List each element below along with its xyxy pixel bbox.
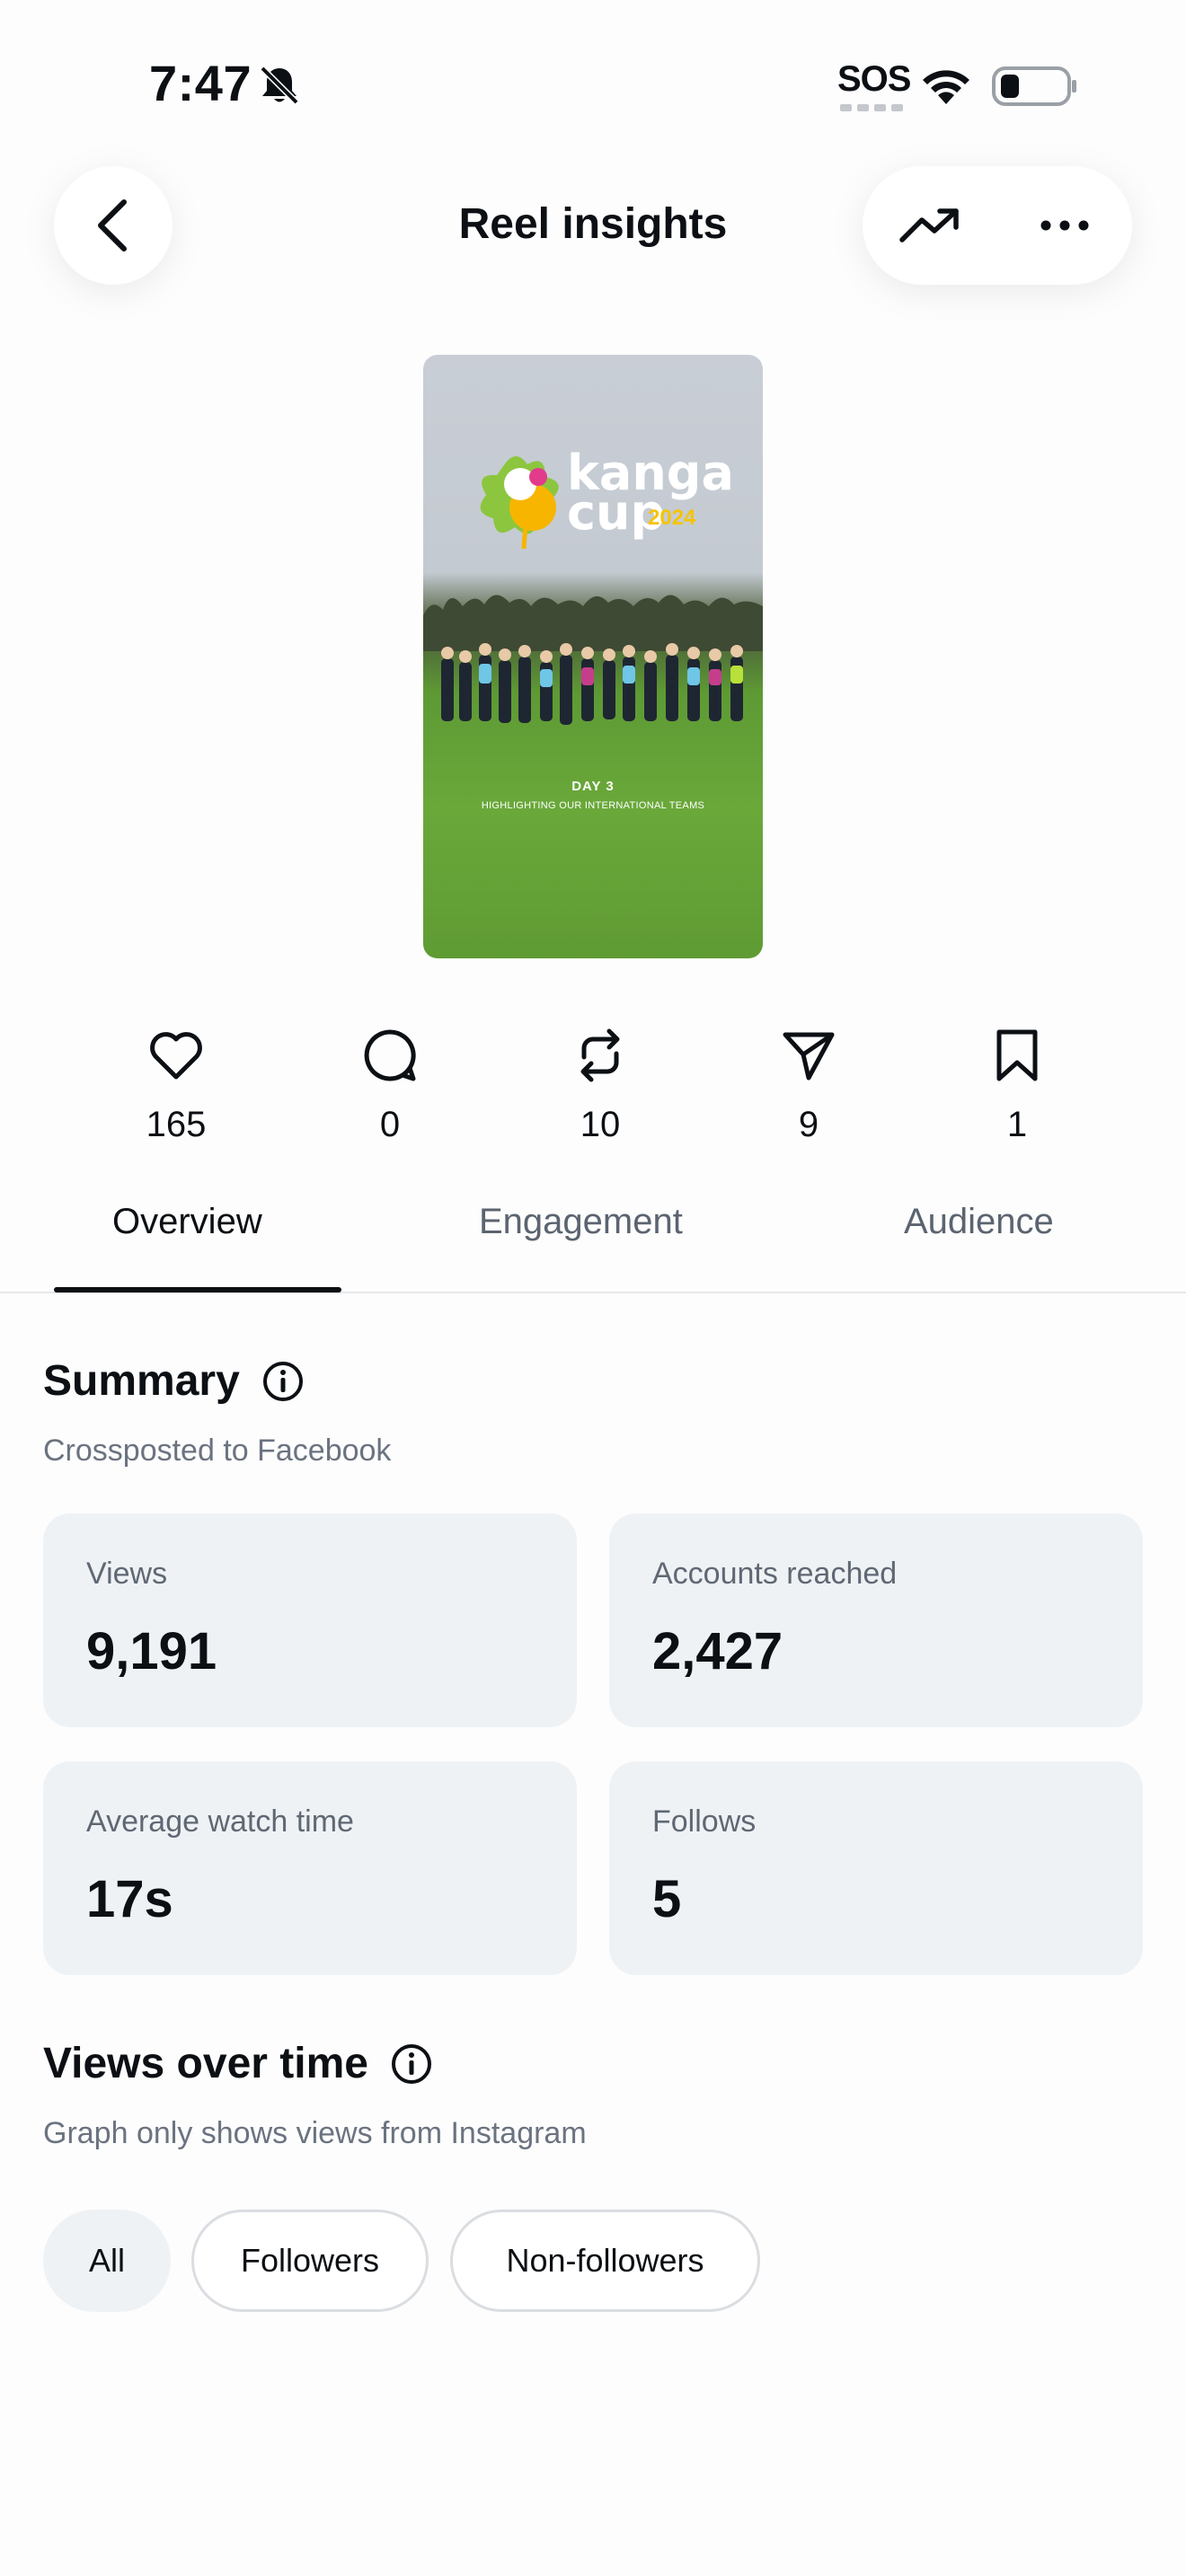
filter-followers-chip[interactable]: Followers	[191, 2210, 429, 2312]
views-over-time-title: Views over time	[43, 2040, 368, 2087]
metric-shares: 9	[737, 1024, 881, 1145]
comment-icon	[318, 1024, 462, 1087]
views-over-time-heading: Views over time	[43, 2039, 433, 2088]
battery-low-icon	[992, 66, 1078, 110]
status-bar: 7:47 SOS	[0, 0, 1186, 171]
info-icon[interactable]	[261, 1360, 305, 1403]
wifi-icon	[918, 65, 974, 109]
share-icon	[737, 1024, 881, 1087]
accounts-reached-value: 2,427	[652, 1622, 783, 1681]
metric-saves: 1	[945, 1024, 1089, 1145]
players-graphic	[441, 643, 743, 725]
shares-count: 9	[798, 1105, 819, 1144]
average-watch-time-value: 17s	[86, 1870, 173, 1928]
reel-thumbnail[interactable]: kanga cup 2024 DAY 3 HIGHLIGHTING OUR IN…	[423, 355, 763, 958]
reposts-count: 10	[580, 1105, 621, 1144]
kanga-cup-logo-year: 2024	[648, 506, 696, 530]
heart-icon	[104, 1024, 248, 1087]
tab-engagement[interactable]: Engagement	[479, 1202, 683, 1242]
header-actions	[863, 166, 1132, 285]
filter-non-followers-chip[interactable]: Non-followers	[450, 2210, 760, 2312]
active-tab-indicator	[54, 1287, 341, 1292]
more-horizontal-icon	[1040, 220, 1089, 231]
insights-tabs: Overview Engagement Audience	[0, 1195, 1186, 1293]
views-value: 9,191	[86, 1622, 217, 1681]
status-time: 7:47	[149, 55, 252, 111]
average-watch-time-card[interactable]: Average watch time 17s	[43, 1761, 577, 1975]
follows-label: Follows	[652, 1804, 757, 1839]
accounts-reached-card[interactable]: Accounts reached 2,427	[609, 1513, 1143, 1727]
views-over-time-subtitle: Graph only shows views from Instagram	[43, 2116, 587, 2150]
sos-indicator: SOS	[837, 59, 911, 99]
follows-value: 5	[652, 1870, 682, 1928]
more-options-button[interactable]	[1024, 193, 1105, 258]
metric-likes: 165	[104, 1024, 248, 1145]
likes-count: 165	[146, 1105, 207, 1144]
metric-reposts: 10	[528, 1024, 672, 1145]
kanga-cup-logo-splash	[480, 455, 559, 550]
accounts-reached-label: Accounts reached	[652, 1557, 898, 1591]
average-watch-time-label: Average watch time	[86, 1804, 354, 1839]
bell-slash-icon	[257, 65, 302, 110]
tree-line-graphic	[423, 595, 763, 651]
bookmark-icon	[945, 1024, 1089, 1087]
saves-count: 1	[1006, 1105, 1028, 1144]
filter-all-chip[interactable]: All	[43, 2210, 171, 2312]
metric-comments: 0	[318, 1024, 462, 1145]
views-card[interactable]: Views 9,191	[43, 1513, 577, 1727]
summary-heading: Summary	[43, 1356, 305, 1406]
trending-up-icon	[899, 208, 959, 243]
views-label: Views	[86, 1557, 168, 1591]
reel-day-text: DAY 3	[571, 779, 615, 794]
info-icon[interactable]	[390, 2042, 433, 2086]
repost-icon	[528, 1024, 672, 1087]
signal-dots-icon	[840, 104, 903, 111]
tab-audience[interactable]: Audience	[904, 1202, 1054, 1242]
summary-subtitle: Crossposted to Facebook	[43, 1434, 392, 1468]
tab-overview[interactable]: Overview	[112, 1202, 262, 1242]
follows-card[interactable]: Follows 5	[609, 1761, 1143, 1975]
comments-count: 0	[379, 1105, 401, 1144]
insights-trend-button[interactable]	[890, 193, 970, 258]
reel-caption-text: HIGHLIGHTING OUR INTERNATIONAL TEAMS	[481, 800, 705, 811]
summary-title: Summary	[43, 1357, 240, 1405]
